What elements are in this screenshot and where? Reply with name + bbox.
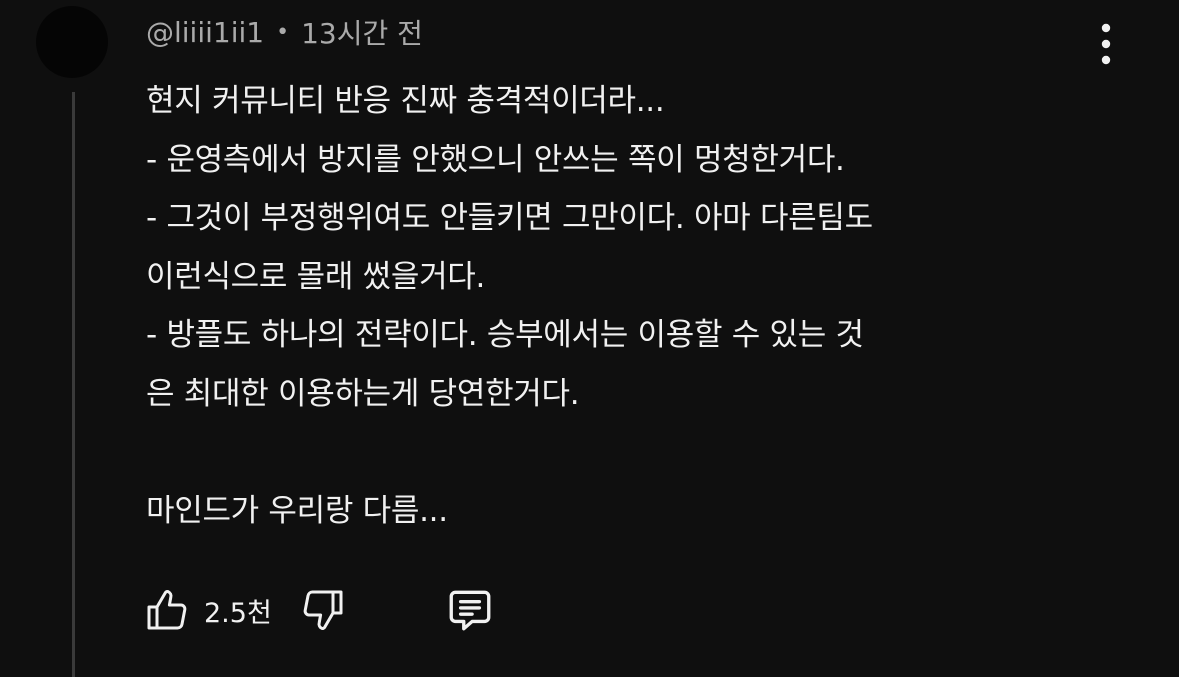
author-handle[interactable]: @liiii1ii1 (146, 16, 264, 49)
more-vert-icon (1101, 23, 1111, 65)
comment-timestamp[interactable]: 13시간 전 (301, 12, 423, 52)
comment-actions: 2.5천 (140, 582, 498, 638)
comment-text: 현지 커뮤니티 반응 진짜 충격적이더라... - 운영측에서 방지를 안했으니… (146, 83, 873, 529)
avatar[interactable] (36, 6, 108, 78)
dislike-button[interactable] (296, 582, 350, 638)
thumb-up-icon (147, 590, 187, 630)
header-separator: • (276, 19, 290, 45)
more-options-button[interactable] (1084, 18, 1128, 70)
thumb-down-icon (303, 590, 343, 630)
reply-button[interactable] (442, 582, 498, 638)
comment-header: @liiii1ii1 • 13시간 전 (146, 12, 423, 52)
comment-icon (449, 590, 491, 631)
like-count: 2.5천 (204, 597, 272, 629)
like-button[interactable] (140, 582, 194, 638)
thread-line (72, 92, 75, 677)
